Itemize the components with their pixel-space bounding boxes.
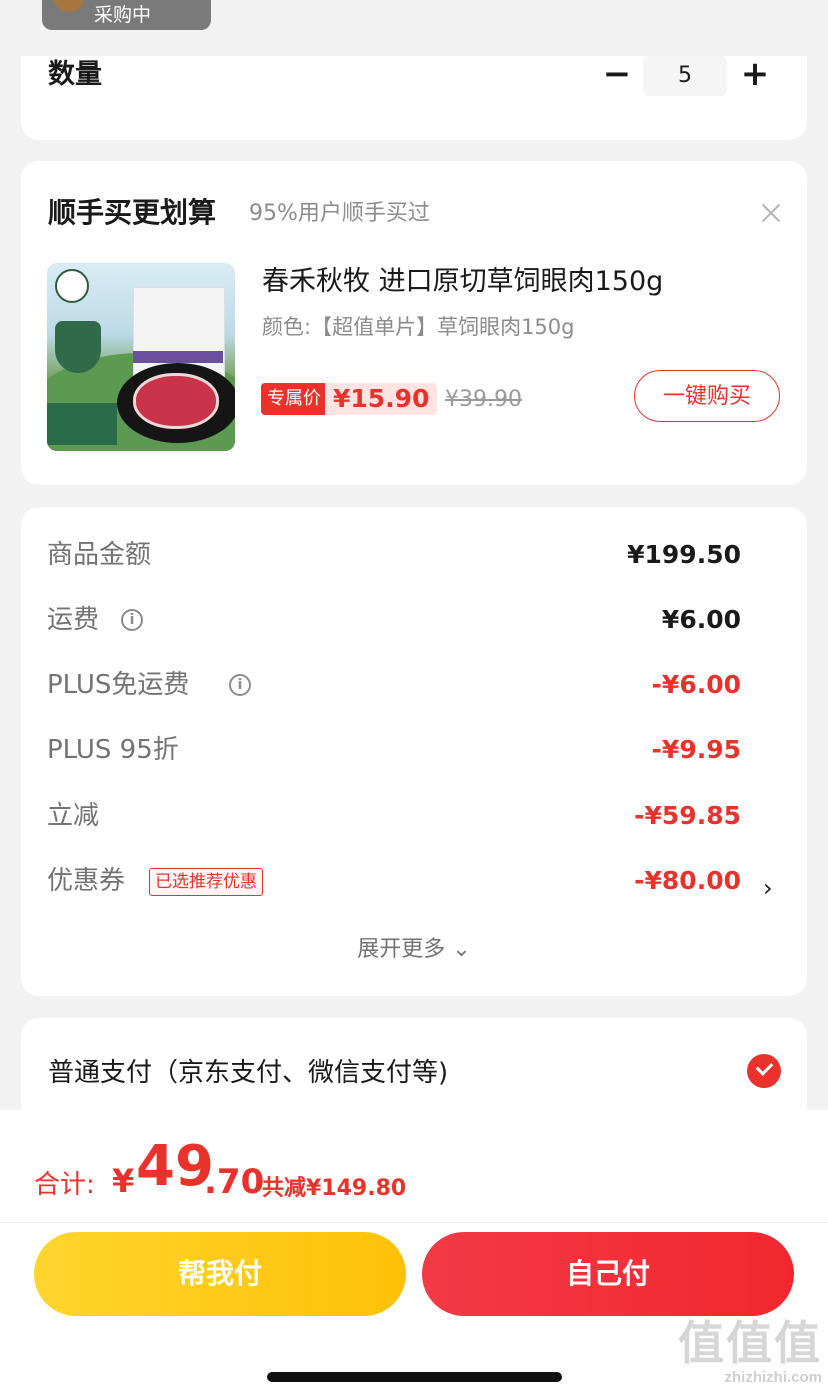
price-summary-card: 商品金额 ¥199.50 运费 i ¥6.00 PLUS免运费 i -¥6.00…: [21, 507, 807, 996]
summary-row-shipping: 运费 i ¥6.00: [47, 600, 741, 640]
purchasing-tag: 采购中: [42, 0, 211, 30]
divider: [0, 1222, 828, 1223]
exclusive-price-badge: 专属价: [261, 383, 327, 415]
summary-label: PLUS免运费: [47, 670, 190, 700]
self-pay-button[interactable]: 自己付: [422, 1232, 794, 1316]
close-icon[interactable]: [759, 201, 783, 225]
coupon-tag: 已选推荐优惠: [149, 868, 263, 896]
purchasing-tag-label: 采购中: [94, 4, 152, 26]
brand-logo: [55, 269, 89, 303]
summary-row-goods: 商品金额 ¥199.50: [47, 535, 741, 575]
watermark-logo: 值值值: [678, 1317, 822, 1369]
summary-label: 优惠券: [47, 866, 126, 896]
total-amount-decimal: .70: [204, 1162, 265, 1202]
summary-value: -¥6.00: [651, 670, 741, 699]
addon-subtitle: 95%用户顺手买过: [249, 201, 430, 226]
summary-value: ¥199.50: [627, 540, 741, 569]
product-name[interactable]: 春禾秋牧 进口原切草饲眼肉150g: [262, 259, 663, 298]
safety-shield-icon: [55, 321, 101, 373]
check-icon[interactable]: [747, 1054, 781, 1088]
summary-label: 运费: [47, 605, 100, 635]
summary-value: -¥59.85: [634, 801, 741, 830]
summary-value: -¥80.00: [634, 866, 741, 895]
summary-label: 商品金额: [47, 540, 152, 570]
increase-quantity-button[interactable]: +: [737, 57, 773, 93]
total-label: 合计:: [34, 1170, 95, 1200]
home-indicator[interactable]: [267, 1372, 562, 1382]
product-price: ¥15.90: [325, 383, 438, 415]
watermark: 值值值 zhizhizhi.com: [678, 1318, 822, 1396]
summary-row-plus-shipping: PLUS免运费 i -¥6.00: [47, 665, 741, 705]
total-saved: 共减¥149.80: [262, 1176, 407, 1201]
info-icon[interactable]: i: [229, 674, 251, 696]
summary-value: -¥9.95: [651, 735, 741, 764]
help-pay-button[interactable]: 帮我付: [34, 1232, 406, 1316]
total-currency: ¥: [112, 1162, 135, 1200]
quantity-label: 数量: [48, 59, 102, 90]
watermark-site: zhizhizhi.com: [724, 1369, 823, 1386]
summary-row-instant-discount: 立减 -¥59.85: [47, 796, 741, 836]
original-price: ¥39.90: [445, 387, 522, 412]
decrease-quantity-button[interactable]: −: [599, 57, 635, 93]
summary-row-plus-discount: PLUS 95折 -¥9.95: [47, 730, 741, 770]
summary-row-coupon[interactable]: 优惠券 已选推荐优惠 -¥80.00: [47, 861, 741, 901]
product-image[interactable]: [47, 263, 235, 451]
expand-more-button[interactable]: 展开更多 ⌄: [21, 931, 807, 963]
chevron-right-icon[interactable]: ›: [763, 874, 773, 902]
product-thumbnail-edge: [54, 0, 84, 12]
addon-card: 顺手买更划算 95%用户顺手买过 春禾秋牧 进口原切草饲眼肉150g 颜色:【超…: [21, 161, 807, 485]
total-amount-integer: 49: [136, 1134, 214, 1199]
payment-method-label: 普通支付（京东支付、微信支付等): [48, 1058, 449, 1088]
quantity-card: 数量 − 5 +: [21, 56, 807, 140]
one-click-buy-button[interactable]: 一键购买: [634, 370, 780, 422]
quantity-input[interactable]: 5: [643, 56, 727, 96]
summary-value: ¥6.00: [661, 605, 741, 634]
addon-title: 顺手买更划算: [48, 196, 217, 229]
summary-label: 立减: [47, 801, 100, 831]
summary-label: PLUS 95折: [47, 735, 179, 765]
info-icon[interactable]: i: [121, 609, 143, 631]
product-spec: 颜色:【超值单片】草饲眼肉150g: [262, 315, 575, 339]
